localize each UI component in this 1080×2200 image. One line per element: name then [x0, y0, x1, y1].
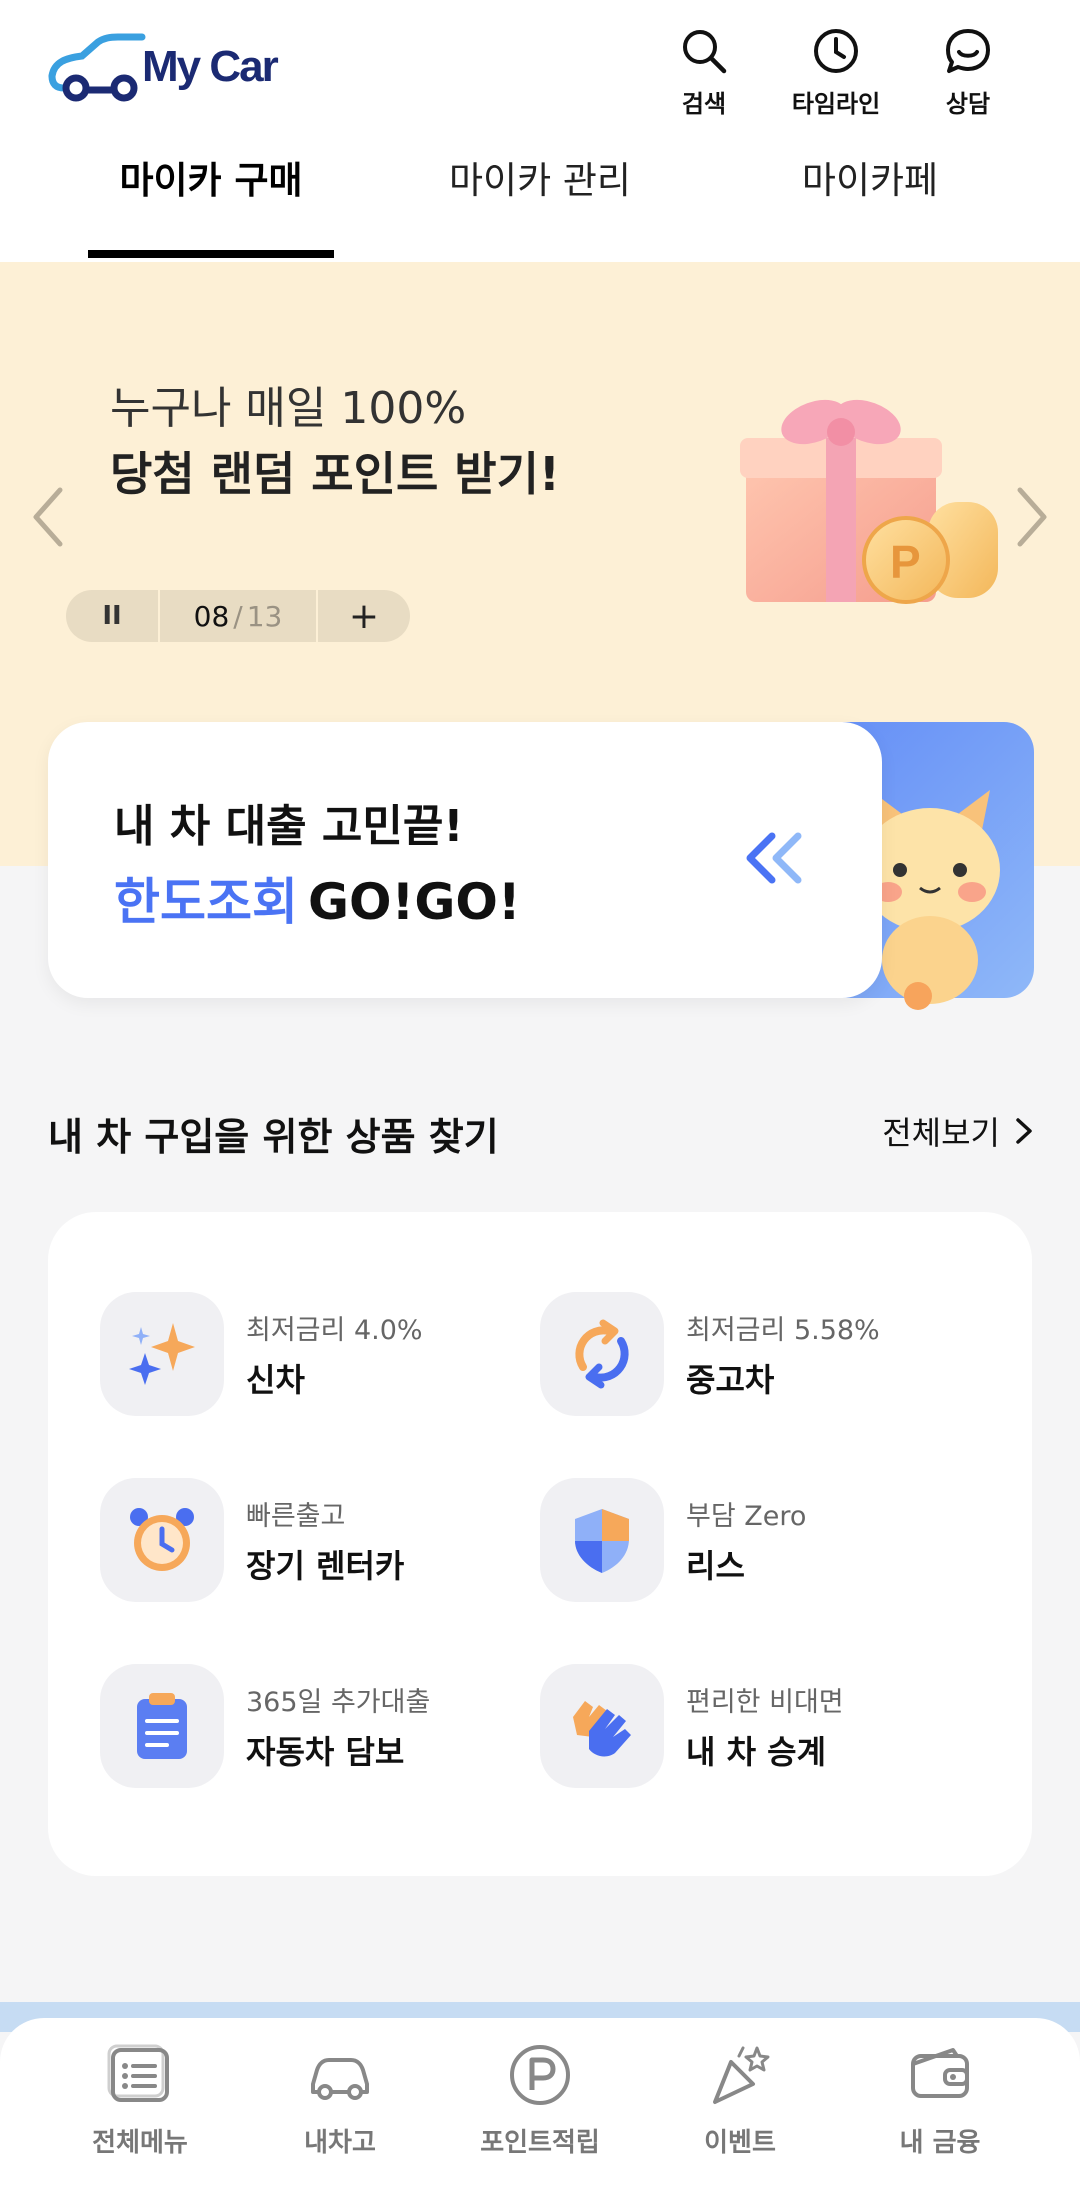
- timeline-label: 타임라인: [791, 90, 881, 118]
- product-long-term-rental[interactable]: 빠른출고 장기 렌터카: [100, 1478, 404, 1602]
- banner-prev-arrow-icon[interactable]: [22, 482, 72, 552]
- product-car-succession[interactable]: 편리한 비대면 내 차 승계: [540, 1664, 844, 1788]
- nav-points[interactable]: 포인트적립: [450, 2018, 630, 2200]
- banner-more-button[interactable]: +: [318, 590, 410, 642]
- svg-text:P: P: [890, 536, 921, 588]
- product-subtitle: 최저금리 4.0%: [246, 1314, 423, 1346]
- product-name: 자동차 담보: [246, 1732, 405, 1771]
- loan-go-text: GO!GO!: [308, 873, 521, 931]
- product-icon-box: [540, 1664, 664, 1788]
- nav-all-menu[interactable]: 전체메뉴: [50, 2018, 230, 2200]
- banner-total-count: 13: [246, 599, 283, 633]
- clipboard-icon: [137, 1693, 187, 1759]
- refresh-icon: [575, 1319, 629, 1389]
- search-label: 검색: [681, 90, 727, 118]
- search-button[interactable]: 검색: [638, 26, 770, 119]
- product-subtitle: 부담 Zero: [686, 1500, 807, 1532]
- consult-button[interactable]: 상담: [902, 26, 1034, 119]
- product-icon-box: [100, 1292, 224, 1416]
- nav-label: 포인트적립: [480, 2128, 600, 2158]
- nav-label: 이벤트: [704, 2128, 776, 2158]
- product-icon-box: [100, 1478, 224, 1602]
- loan-card-title: 내 차 대출 고민끝!: [114, 801, 464, 852]
- clock-icon: [814, 29, 858, 73]
- nav-events[interactable]: 이벤트: [650, 2018, 830, 2200]
- active-tab-indicator: [88, 250, 334, 258]
- product-subtitle: 편리한 비대면: [686, 1686, 844, 1718]
- shield-icon: [575, 1509, 629, 1573]
- sparkle-icon: [129, 1323, 195, 1385]
- banner-counter-separator: /: [233, 599, 243, 633]
- tab-mycar-cafe[interactable]: 마이카페: [770, 150, 970, 204]
- product-lease[interactable]: 부담 Zero 리스: [540, 1478, 806, 1602]
- product-subtitle: 빠른출고: [246, 1500, 346, 1532]
- app-header: My Car 검색 타임라인 상담 마이카 구매 마이카 관리 마이카페: [0, 0, 1080, 262]
- banner-counter: 08 / 13: [160, 590, 318, 642]
- car-logo-icon: [48, 33, 146, 102]
- loan-limit-card[interactable]: 내 차 대출 고민끝! 한도조회 GO!GO!: [48, 722, 882, 998]
- nav-my-finance[interactable]: 내 금융: [850, 2018, 1030, 2200]
- product-used-car[interactable]: 최저금리 5.58% 중고차: [540, 1292, 880, 1416]
- wallet-icon: [911, 2048, 969, 2098]
- banner-pager: II 08 / 13 +: [66, 590, 410, 642]
- banner-title: 당첨 랜덤 포인트 받기!: [110, 447, 560, 501]
- loan-card-subtitle: 한도조회 GO!GO!: [114, 862, 521, 934]
- loan-limit-highlight: 한도조회: [114, 873, 298, 931]
- product-icon-box: [540, 1478, 664, 1602]
- mycar-logo[interactable]: My Car: [46, 30, 279, 104]
- main-tabs: 마이카 구매 마이카 관리 마이카페: [0, 150, 1080, 262]
- nav-my-garage[interactable]: 내차고: [250, 2018, 430, 2200]
- product-subtitle: 365일 추가대출: [246, 1686, 431, 1718]
- banner-current-index: 08: [193, 599, 230, 633]
- search-icon: [683, 30, 727, 74]
- nav-label: 내차고: [304, 2128, 376, 2158]
- banner-subtitle: 누구나 매일 100%: [110, 383, 467, 434]
- product-icon-box: [100, 1664, 224, 1788]
- product-name: 장기 렌터카: [246, 1546, 405, 1585]
- see-all-label: 전체보기: [882, 1114, 1000, 1152]
- product-name: 리스: [686, 1546, 745, 1585]
- pause-button[interactable]: II: [66, 590, 160, 642]
- tab-mycar-manage[interactable]: 마이카 관리: [430, 150, 650, 204]
- logo-text: My Car: [142, 42, 279, 91]
- products-section-title: 내 차 구입을 위한 상품 찾기: [48, 1115, 499, 1159]
- tab-mycar-purchase[interactable]: 마이카 구매: [88, 150, 334, 204]
- alarm-clock-icon: [130, 1508, 194, 1571]
- product-new-car[interactable]: 최저금리 4.0% 신차: [100, 1292, 423, 1416]
- product-name: 내 차 승계: [686, 1732, 827, 1771]
- nav-label: 내 금융: [899, 2128, 981, 2158]
- car-icon: [311, 2058, 369, 2100]
- hands-icon: [573, 1701, 631, 1757]
- products-card: 최저금리 4.0% 신차 최저금리 5.58% 중고차 빠른출고 장기 렌터카 …: [48, 1212, 1032, 1876]
- nav-label: 전체메뉴: [92, 2128, 188, 2158]
- product-subtitle: 최저금리 5.58%: [686, 1314, 880, 1346]
- bottom-navigation: 전체메뉴 내차고 포인트적립 이벤트 내 금융: [0, 2018, 1080, 2200]
- chat-icon: [946, 29, 990, 73]
- product-car-collateral[interactable]: 365일 추가대출 자동차 담보: [100, 1664, 430, 1788]
- see-all-link[interactable]: 전체보기: [882, 1108, 1036, 1154]
- chevron-right-icon: [1016, 1118, 1032, 1144]
- product-name: 신차: [246, 1360, 305, 1399]
- menu-list-icon: [107, 2044, 169, 2102]
- point-icon: [510, 2045, 570, 2105]
- party-icon: [713, 2046, 770, 2104]
- gift-box-illustration: P: [740, 399, 998, 604]
- product-icon-box: [540, 1292, 664, 1416]
- timeline-button[interactable]: 타임라인: [770, 26, 902, 119]
- double-chevron-left-icon: [746, 832, 802, 884]
- consult-label: 상담: [945, 90, 991, 118]
- product-name: 중고차: [686, 1360, 775, 1399]
